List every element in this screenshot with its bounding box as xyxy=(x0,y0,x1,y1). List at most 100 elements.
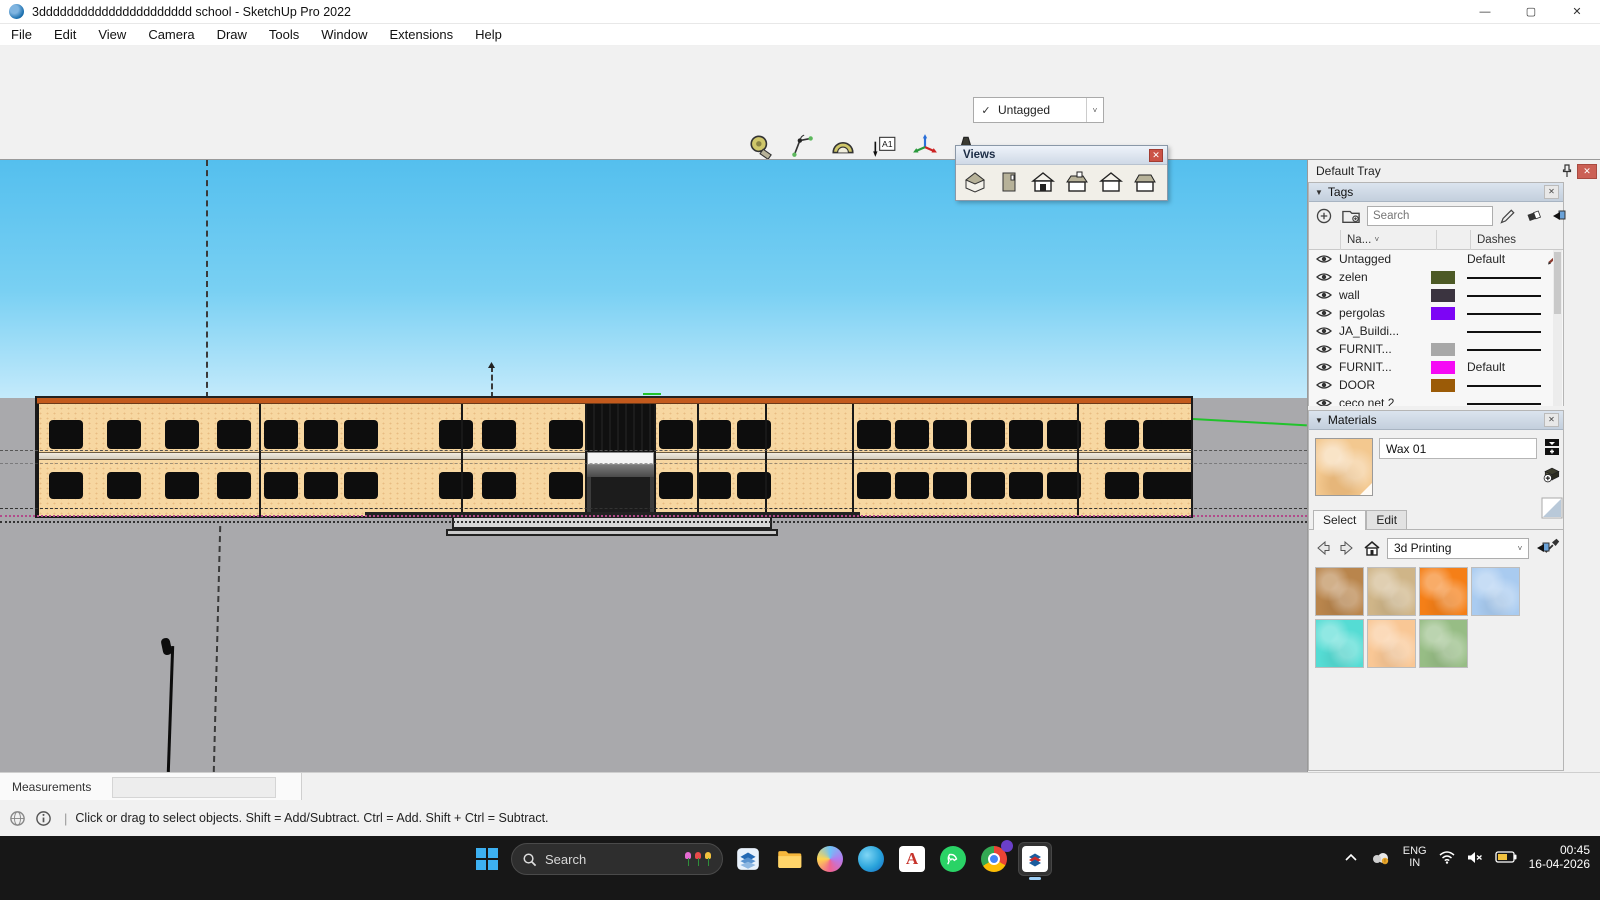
menu-window[interactable]: Window xyxy=(310,24,378,46)
back-view-icon[interactable] xyxy=(1062,168,1092,196)
tag-color[interactable] xyxy=(1431,271,1455,284)
pin-icon[interactable] xyxy=(1561,164,1573,178)
battery-icon[interactable] xyxy=(1495,851,1517,863)
tag-row[interactable]: ceco net 2 xyxy=(1309,394,1563,406)
language-indicator[interactable]: ENG IN xyxy=(1403,845,1427,869)
add-tag-folder-icon[interactable] xyxy=(1339,205,1363,227)
tags-close-button[interactable]: ✕ xyxy=(1544,185,1559,199)
minimize-button[interactable]: — xyxy=(1462,0,1508,24)
tag-color[interactable] xyxy=(1431,253,1455,266)
visibility-eye-icon[interactable] xyxy=(1309,397,1339,406)
menu-view[interactable]: View xyxy=(87,24,137,46)
material-preview[interactable] xyxy=(1315,438,1373,496)
column-dashes[interactable]: Dashes xyxy=(1471,230,1563,250)
front-view-icon[interactable] xyxy=(1028,168,1058,196)
copilot-icon[interactable] xyxy=(814,843,846,875)
wifi-icon[interactable] xyxy=(1439,851,1455,864)
start-button[interactable] xyxy=(472,844,502,874)
iso-view-icon[interactable] xyxy=(960,168,990,196)
material-swatch[interactable] xyxy=(1471,567,1520,616)
visibility-eye-icon[interactable] xyxy=(1309,361,1339,373)
secondary-pane-icon[interactable] xyxy=(1541,436,1563,458)
school-building[interactable] xyxy=(35,396,1193,518)
visibility-eye-icon[interactable] xyxy=(1309,253,1339,265)
forward-arrow-icon[interactable] xyxy=(1337,538,1357,558)
model-viewport[interactable] xyxy=(0,160,1307,772)
menu-edit[interactable]: Edit xyxy=(43,24,87,46)
tag-color[interactable] xyxy=(1431,289,1455,302)
whatsapp-icon[interactable] xyxy=(937,843,969,875)
maximize-button[interactable]: ▢ xyxy=(1508,0,1554,24)
layers-app-icon[interactable] xyxy=(732,843,764,875)
materials-close-button[interactable]: ✕ xyxy=(1544,413,1559,427)
hidden-icons-chevron[interactable] xyxy=(1345,853,1357,861)
menu-extensions[interactable]: Extensions xyxy=(379,24,465,46)
in-model-home-icon[interactable] xyxy=(1361,538,1383,558)
menu-tools[interactable]: Tools xyxy=(258,24,310,46)
material-swatch[interactable] xyxy=(1367,619,1416,668)
right-view-icon[interactable] xyxy=(1130,168,1160,196)
visibility-eye-icon[interactable] xyxy=(1309,307,1339,319)
purge-tags-icon[interactable] xyxy=(1523,205,1545,227)
collapse-arrow-icon[interactable]: ▼ xyxy=(1315,416,1323,425)
column-name[interactable]: Na... ˅ xyxy=(1341,230,1437,250)
tag-row[interactable]: wall xyxy=(1309,286,1563,304)
material-swatch[interactable] xyxy=(1419,567,1468,616)
volume-muted-icon[interactable] xyxy=(1467,851,1483,864)
tags-search-input[interactable] xyxy=(1367,206,1493,226)
top-view-icon[interactable] xyxy=(994,168,1024,196)
sketchup-app-icon[interactable] xyxy=(1019,843,1051,875)
visibility-eye-icon[interactable] xyxy=(1309,343,1339,355)
measurements-input[interactable] xyxy=(112,777,276,798)
views-close-button[interactable]: ✕ xyxy=(1149,149,1163,162)
tag-color[interactable] xyxy=(1431,379,1455,392)
taskbar-search[interactable]: Search xyxy=(511,843,723,875)
visibility-eye-icon[interactable] xyxy=(1309,289,1339,301)
taskbar-clock[interactable]: 00:45 16-04-2026 xyxy=(1529,843,1590,871)
text-icon[interactable]: A1 xyxy=(868,130,900,162)
material-swatch[interactable] xyxy=(1315,619,1364,668)
edge-icon[interactable] xyxy=(855,843,887,875)
tags-scrollbar[interactable] xyxy=(1553,250,1562,406)
dimension-icon[interactable] xyxy=(786,130,818,162)
tag-color[interactable] xyxy=(1431,397,1455,407)
weather-icon[interactable]: ! xyxy=(1369,849,1391,865)
visibility-eye-icon[interactable] xyxy=(1309,379,1339,391)
add-tag-icon[interactable] xyxy=(1313,205,1335,227)
material-swatch[interactable] xyxy=(1315,567,1364,616)
collapse-arrow-icon[interactable]: ▼ xyxy=(1315,188,1323,197)
materials-panel-header[interactable]: ▼ Materials ✕ xyxy=(1309,411,1563,430)
menu-camera[interactable]: Camera xyxy=(137,24,205,46)
axes-icon[interactable] xyxy=(909,130,941,162)
visibility-eye-icon[interactable] xyxy=(1309,271,1339,283)
chrome-icon[interactable] xyxy=(978,843,1010,875)
create-material-icon[interactable] xyxy=(1541,463,1563,485)
tag-row[interactable]: pergolas xyxy=(1309,304,1563,322)
tag-color[interactable] xyxy=(1431,361,1455,374)
tab-select[interactable]: Select xyxy=(1313,510,1366,530)
edit-tag-icon[interactable] xyxy=(1497,205,1519,227)
menu-file[interactable]: File xyxy=(0,24,43,46)
tag-row[interactable]: zelen xyxy=(1309,268,1563,286)
menu-draw[interactable]: Draw xyxy=(206,24,258,46)
material-swatch[interactable] xyxy=(1367,567,1416,616)
views-palette-titlebar[interactable]: Views ✕ xyxy=(956,146,1167,165)
info-icon[interactable] xyxy=(30,806,56,830)
tray-close-button[interactable]: ✕ xyxy=(1577,164,1597,179)
tag-row[interactable]: FURNIT... xyxy=(1309,340,1563,358)
close-button[interactable]: ✕ xyxy=(1554,0,1600,24)
material-swatch[interactable] xyxy=(1419,619,1468,668)
tag-color[interactable] xyxy=(1431,307,1455,320)
menu-help[interactable]: Help xyxy=(464,24,513,46)
autocad-icon[interactable]: A xyxy=(896,843,928,875)
geolocation-icon[interactable] xyxy=(4,806,30,830)
chevron-down-icon[interactable]: ˅ xyxy=(1086,98,1103,122)
file-explorer-icon[interactable] xyxy=(773,843,805,875)
material-name-field[interactable]: Wax 01 xyxy=(1379,438,1537,459)
visibility-eye-icon[interactable] xyxy=(1309,325,1339,337)
left-view-icon[interactable] xyxy=(1096,168,1126,196)
details-arrow-icon[interactable] xyxy=(1549,205,1569,227)
protractor-icon[interactable] xyxy=(827,130,859,162)
tag-row[interactable]: JA_Buildi... xyxy=(1309,322,1563,340)
tag-row[interactable]: DOOR xyxy=(1309,376,1563,394)
